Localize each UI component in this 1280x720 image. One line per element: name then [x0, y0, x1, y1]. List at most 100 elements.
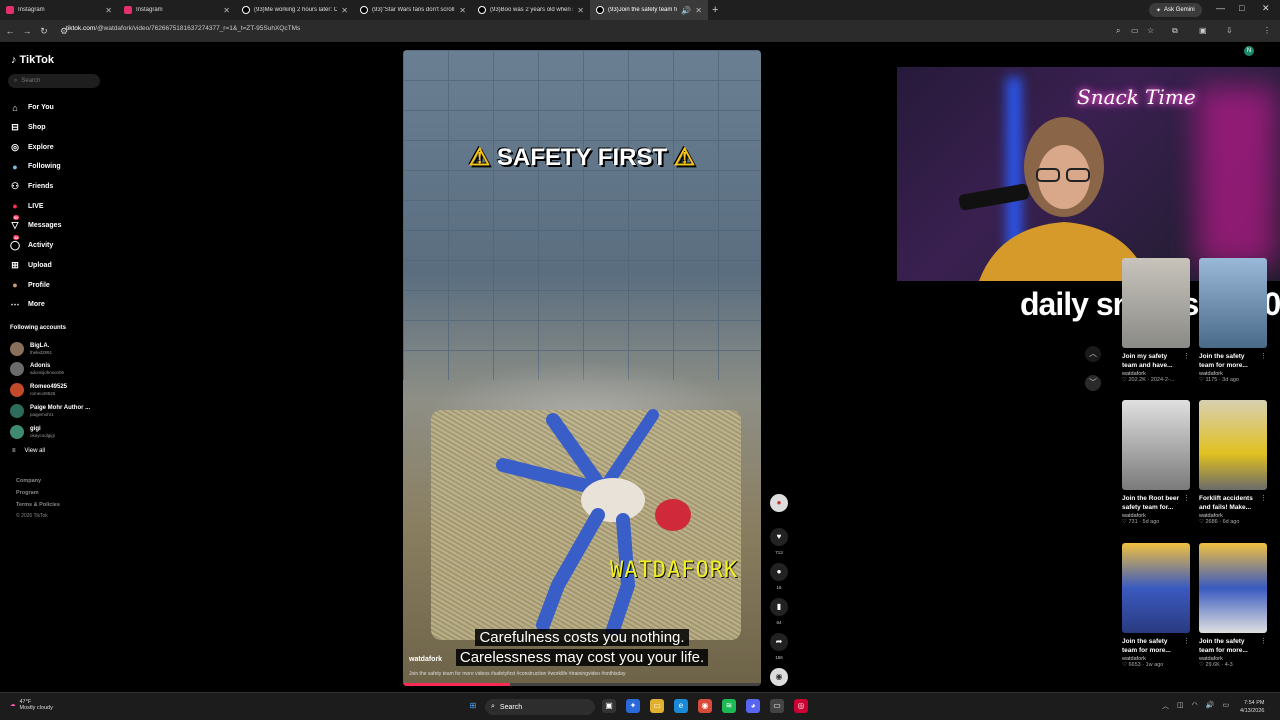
extensions-icon[interactable]: ⧉ — [1172, 26, 1178, 36]
tab-3[interactable]: (93)"Star Wars fans don't scroll ✕ — [354, 0, 472, 20]
close-icon[interactable]: ✕ — [105, 6, 112, 15]
close-icon[interactable]: ✕ — [341, 6, 348, 15]
recommended-video[interactable]: Forklift accidents and fails! Make... wa… — [1199, 400, 1269, 525]
downloads-icon[interactable]: ⇩ — [1226, 26, 1233, 35]
like-button[interactable]: ♥ 713 — [769, 528, 789, 555]
next-video-button[interactable]: ﹀ — [1085, 375, 1101, 391]
taskbar: ☁ 47°F Mostly cloudy ⊞ ⌕ Search ▣ ✦ ▭ e ◉ ≋… — [0, 692, 1280, 720]
reload-icon[interactable]: ↻ — [37, 26, 51, 37]
sidebar-item-for-you[interactable]: ⌂ For You — [10, 98, 61, 118]
edge-icon[interactable]: e — [674, 699, 688, 713]
comment-button[interactable]: ● 16 — [769, 563, 789, 590]
footer-link-terms[interactable]: Terms & Policies — [16, 502, 60, 508]
network-icon[interactable]: ◫ — [1177, 701, 1184, 711]
view-all-link[interactable]: ≡ View all — [12, 448, 45, 454]
close-icon[interactable]: ✕ — [577, 6, 584, 15]
sidebar-item-profile[interactable]: ● Profile — [10, 275, 61, 295]
recommended-video[interactable]: Join the safety team for more... watdafo… — [1199, 258, 1269, 383]
tiktok-icon — [242, 6, 250, 14]
recommended-video[interactable]: Join the safety team for more... watdafo… — [1199, 543, 1269, 668]
url-field[interactable]: tiktok.com/@watdafork/video/762667518163… — [66, 25, 300, 32]
close-icon[interactable]: ✕ — [695, 6, 702, 15]
close-icon[interactable]: ✕ — [223, 6, 230, 15]
more-options-icon[interactable]: ⋮ — [1260, 352, 1267, 360]
sidebar-item-live[interactable]: ● LIVE — [10, 196, 61, 216]
terminal-icon[interactable]: ▭ — [770, 699, 784, 713]
tab-0[interactable]: Instagram ✕ — [0, 0, 118, 20]
more-options-icon[interactable]: ⋮ — [1183, 352, 1190, 360]
following-account[interactable]: Adonis adonisjohnson06 — [10, 362, 64, 376]
more-options-icon[interactable]: ⋮ — [1260, 637, 1267, 645]
recommended-video[interactable]: Join my safety team and have... watdafor… — [1122, 258, 1192, 383]
close-window-icon[interactable]: ✕ — [1262, 3, 1270, 14]
previous-video-button[interactable]: ︿ — [1085, 346, 1101, 362]
tab-1[interactable]: Instagram ✕ — [118, 0, 236, 20]
new-tab-button[interactable]: + — [712, 4, 718, 16]
chevron-up-icon[interactable]: ︿ — [1162, 701, 1169, 711]
battery-icon[interactable]: ▭ — [1222, 701, 1229, 711]
video-progress-bar[interactable] — [403, 683, 761, 686]
share-button[interactable]: ➦ 156 — [769, 633, 789, 660]
footer-link-company[interactable]: Company — [16, 478, 41, 484]
following-account[interactable]: Paige Mohr Author ... paigemohr1 — [10, 404, 90, 418]
file-explorer-icon[interactable]: ▭ — [650, 699, 664, 713]
footer-link-program[interactable]: Program — [16, 490, 39, 496]
sidebar-item-activity[interactable]: ◯ 48 Activity — [10, 235, 61, 256]
comment-icon: ● — [770, 563, 788, 581]
save-button[interactable]: ▮ 64 — [769, 598, 789, 625]
creator-avatar[interactable]: ● — [769, 494, 789, 512]
clock[interactable]: 7:54 PM 4/13/2026 — [1240, 699, 1264, 715]
cast-icon[interactable]: ▭ — [1131, 26, 1139, 35]
chrome-icon[interactable]: ◉ — [698, 699, 712, 713]
tiktok-logo[interactable]: ♪ TikTok — [11, 54, 54, 66]
wifi-icon[interactable]: ◠ — [1192, 701, 1198, 711]
music-disc-icon: ◉ — [770, 668, 788, 686]
sidebar-item-shop[interactable]: ⊟ Shop — [10, 118, 61, 138]
sidebar-item-friends[interactable]: ⚇ Friends — [10, 177, 61, 197]
video-player[interactable]: ⚠ SAFETY FIRST ⚠ WATDAFORK Carefulness c… — [403, 50, 761, 686]
task-view-icon[interactable]: ▣ — [602, 699, 616, 713]
volume-icon[interactable]: 🔊 — [1206, 701, 1215, 711]
recommended-video[interactable]: Join the safety team for more... watdafo… — [1122, 543, 1192, 668]
maximize-icon[interactable]: □ — [1239, 3, 1244, 13]
following-account[interactable]: gigi okaycoolgigi — [10, 425, 55, 439]
zoom-icon[interactable]: ⌕ — [1116, 26, 1120, 36]
sidebar-item-messages[interactable]: ▽ 50 Messages — [10, 215, 61, 236]
profile-avatar[interactable]: N — [1244, 46, 1254, 56]
search-input[interactable]: ⌕ Search — [8, 74, 100, 88]
more-options-icon[interactable]: ⋮ — [1183, 494, 1190, 502]
more-options-icon[interactable]: ⋮ — [1260, 494, 1267, 502]
tab-4[interactable]: (93)Boo was 2 years old when s ✕ — [472, 0, 590, 20]
recommended-video[interactable]: Join the Root beer safety team for... wa… — [1122, 400, 1192, 525]
search-icon: ⌕ — [14, 77, 18, 84]
more-options-icon[interactable]: ⋮ — [1183, 637, 1190, 645]
ask-gemini-button[interactable]: ✦ Ask Gemini — [1149, 3, 1202, 17]
tab-2[interactable]: (93)Me working 2 hours later: C ✕ — [236, 0, 354, 20]
start-icon[interactable]: ⊞ — [466, 699, 480, 713]
following-account[interactable]: Romeo49525 romeo49525 — [10, 383, 67, 397]
bookmark-icon: ▮ — [770, 598, 788, 616]
taskbar-search[interactable]: ⌕ Search — [485, 699, 595, 715]
tab-5[interactable]: (93)Join the safety team for 🔊 ✕ — [590, 0, 708, 20]
minimize-icon[interactable]: — — [1216, 3, 1225, 13]
sidebar-item-explore[interactable]: ◎ Explore — [10, 137, 61, 157]
back-icon[interactable]: ← — [3, 26, 17, 36]
messages-badge: 50 — [13, 215, 20, 221]
following-account[interactable]: BigLA. thekid2891 — [10, 342, 52, 356]
obs-icon[interactable]: ◎ — [794, 699, 808, 713]
menu-dots-icon[interactable]: ⋮ — [1263, 26, 1271, 35]
music-disc[interactable]: ◉ — [769, 668, 789, 686]
sidebar-item-upload[interactable]: ⊞ Upload — [10, 256, 61, 276]
video-username[interactable]: watdafork — [409, 656, 442, 663]
spotify-icon[interactable]: ≋ — [722, 699, 736, 713]
sidebar-item-following[interactable]: ● Following — [10, 157, 61, 177]
copilot-icon[interactable]: ✦ — [626, 699, 640, 713]
discord-icon[interactable]: ◕ — [746, 699, 760, 713]
close-icon[interactable]: ✕ — [459, 6, 466, 15]
bookmark-star-icon[interactable]: ☆ — [1147, 26, 1154, 35]
weather-widget[interactable]: ☁ 47°F Mostly cloudy — [10, 699, 53, 711]
sidebar-item-more[interactable]: ⋯ More — [10, 295, 61, 315]
sidepanel-icon[interactable]: ▣ — [1199, 26, 1207, 35]
speaker-icon[interactable]: 🔊 — [681, 6, 691, 15]
forward-icon[interactable]: → — [20, 26, 34, 36]
